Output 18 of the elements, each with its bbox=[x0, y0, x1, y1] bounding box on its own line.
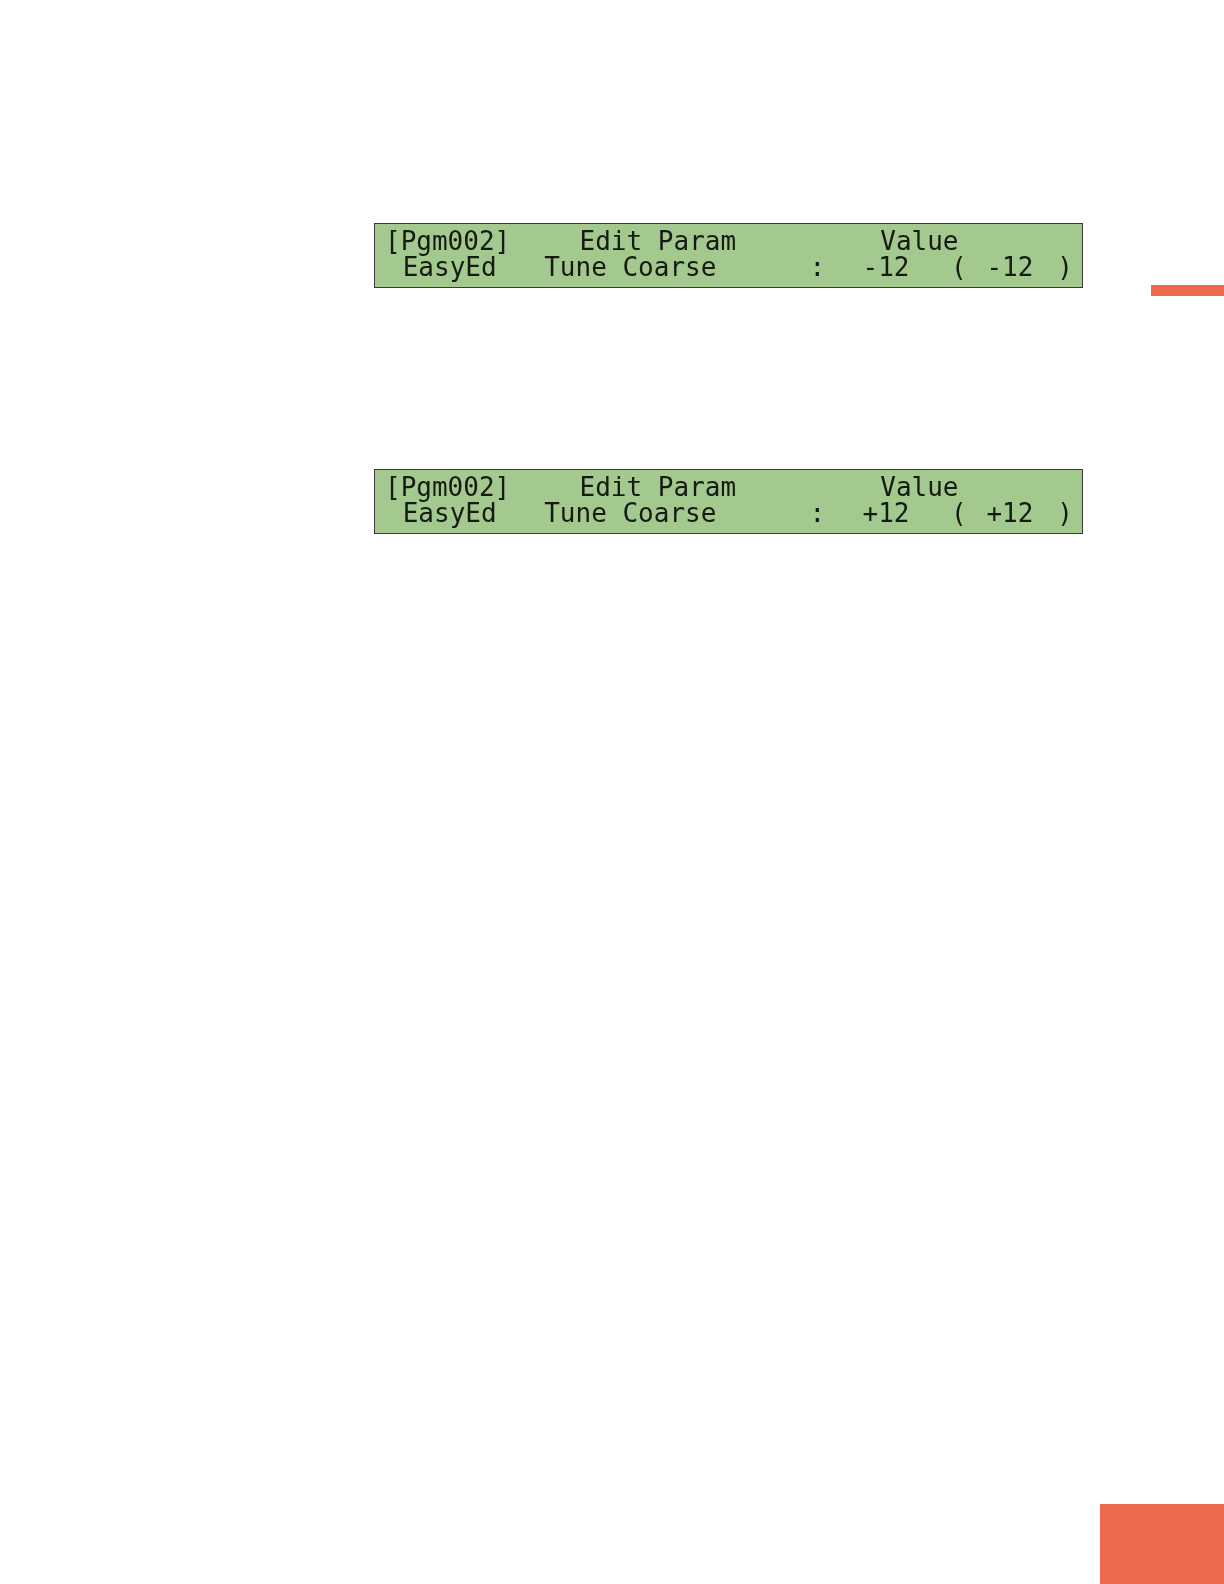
lcd-text: [Pgm002] bbox=[385, 228, 511, 254]
lcd-text: Edit Param bbox=[579, 474, 737, 500]
lcd-text: Edit Param bbox=[579, 228, 737, 254]
lcd-text: [Pgm002] bbox=[385, 474, 511, 500]
lcd-text: Tune Coarse bbox=[544, 254, 717, 280]
lcd-text: ) bbox=[1057, 500, 1073, 526]
lcd-text: -12 bbox=[862, 254, 910, 280]
lcd-text: +12 bbox=[986, 500, 1034, 526]
lcd-text: +12 bbox=[862, 500, 910, 526]
lcd-text: Value bbox=[880, 228, 959, 254]
lcd-text: ( bbox=[951, 254, 967, 280]
lcd-text: Tune Coarse bbox=[544, 500, 717, 526]
lcd-text: ) bbox=[1057, 254, 1073, 280]
lcd-text: Value bbox=[880, 474, 959, 500]
lcd-text: -12 bbox=[986, 254, 1034, 280]
lcd-text: ( bbox=[951, 500, 967, 526]
lcd-text: : bbox=[809, 254, 826, 280]
lcd-text: : bbox=[809, 500, 826, 526]
